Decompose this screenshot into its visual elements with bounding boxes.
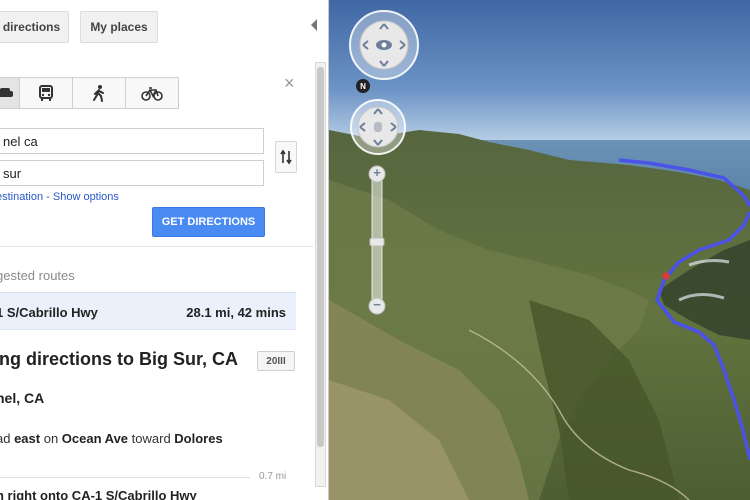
suggested-routes-heading: gested routes <box>0 268 75 283</box>
zoom-in-button[interactable]: + <box>369 165 385 183</box>
walk-mode-button[interactable] <box>72 77 126 109</box>
step-direction: east <box>14 431 41 446</box>
swap-arrows-icon <box>280 149 292 165</box>
origin-label: nel, CA <box>0 390 45 406</box>
destination-input[interactable]: sur <box>0 160 264 186</box>
earth-map-view[interactable]: N + − <box>329 0 750 500</box>
route-distance-time: 28.1 mi, 42 mins <box>186 305 286 320</box>
get-directions-tab-button[interactable]: directions <box>0 11 69 43</box>
directions-panel: directions My places × nel ca sur estina… <box>0 0 329 500</box>
step-street: Ocean Ave <box>61 431 129 446</box>
direction-step[interactable]: n right onto CA-1 S/Cabrillo Hwy <box>0 488 197 500</box>
origin-input[interactable]: nel ca <box>0 128 264 154</box>
travel-mode-selector <box>0 77 179 109</box>
zoom-out-button[interactable]: − <box>369 297 385 315</box>
step-divider <box>0 477 250 478</box>
my-places-button[interactable]: My places <box>80 11 158 43</box>
car-icon <box>0 88 13 97</box>
suggested-route-item[interactable]: 1 S/Cabrillo Hwy 28.1 mi, 42 mins <box>0 292 296 330</box>
pan-control[interactable] <box>349 98 407 156</box>
step-distance: 0.7 mi <box>259 471 287 482</box>
print-badge-button[interactable]: 20III <box>257 351 295 371</box>
divider <box>0 246 313 247</box>
transit-mode-button[interactable] <box>19 77 73 109</box>
close-icon[interactable]: × <box>284 73 295 94</box>
get-directions-button[interactable]: GET DIRECTIONS <box>152 207 265 237</box>
step-text: toward <box>128 431 175 446</box>
route-marker <box>662 272 670 280</box>
collapse-panel-icon[interactable] <box>309 18 319 32</box>
bicycle-icon <box>141 87 163 101</box>
look-control[interactable] <box>348 9 420 81</box>
link-separator: - <box>43 191 53 203</box>
walk-icon <box>93 85 104 102</box>
scrollbar-thumb[interactable] <box>317 67 324 447</box>
step-street: Dolores <box>174 431 223 446</box>
step-text: on <box>40 431 62 446</box>
zoom-slider-thumb[interactable] <box>369 237 385 247</box>
direction-step[interactable]: ad east on Ocean Ave toward Dolores <box>0 431 223 446</box>
step-text: ad <box>0 431 11 446</box>
show-options-link[interactable]: Show options <box>53 191 119 203</box>
zoom-slider[interactable]: + − <box>367 164 387 318</box>
bicycle-mode-button[interactable] <box>125 77 179 109</box>
north-indicator[interactable]: N <box>356 79 370 93</box>
route-name: 1 S/Cabrillo Hwy <box>0 305 98 320</box>
swap-endpoints-button[interactable] <box>275 141 297 173</box>
transit-icon <box>39 85 53 101</box>
car-mode-button[interactable] <box>0 77 20 109</box>
form-links: estination - Show options <box>0 191 119 203</box>
add-destination-link[interactable]: estination <box>0 191 43 203</box>
hand-icon <box>374 122 382 132</box>
directions-title: ing directions to Big Sur, CA <box>0 349 239 369</box>
panel-scrollbar[interactable] <box>315 62 326 487</box>
